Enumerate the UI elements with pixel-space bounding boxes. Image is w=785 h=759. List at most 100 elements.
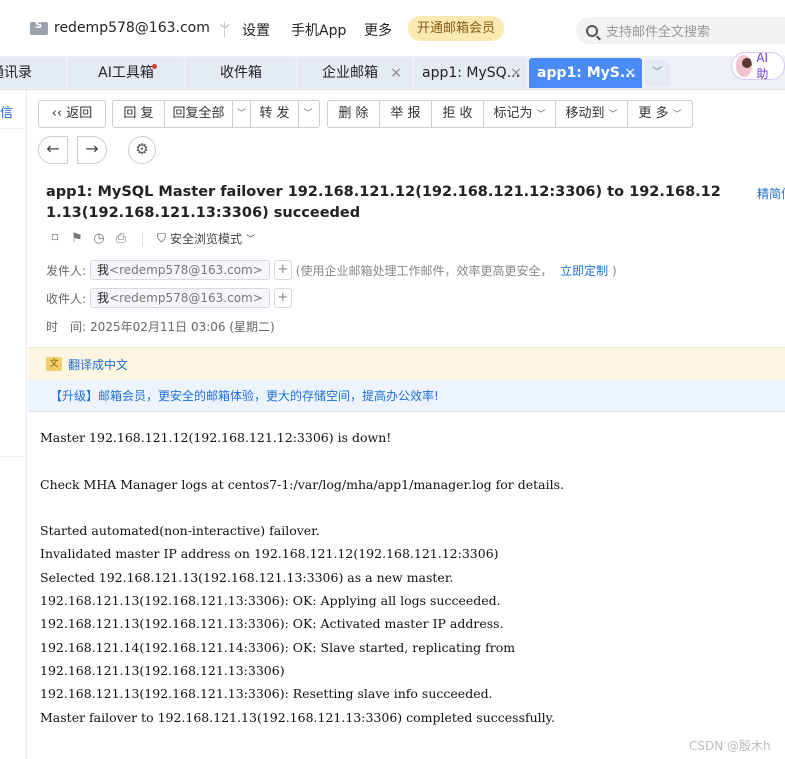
back-button[interactable]: ‹‹ 返回 xyxy=(38,100,106,128)
delete-button[interactable]: 删 除 xyxy=(328,101,380,127)
close-icon[interactable]: × xyxy=(510,58,522,88)
mail-quick-actions: ⌑ ⚑ ◷ ⎙ ⛉ 安全浏览模式 ﹀ xyxy=(48,230,255,247)
add-contact-button[interactable]: + xyxy=(273,288,292,308)
safe-browse-mode-toggle[interactable]: ⛉ 安全浏览模式 ﹀ xyxy=(157,230,255,247)
avatar xyxy=(736,55,753,77)
body-line: Check MHA Manager logs at centos7-1:/var… xyxy=(40,476,564,492)
translate-link[interactable]: 翻译成中文 xyxy=(68,356,128,373)
left-panel-label[interactable]: 信 xyxy=(0,102,13,121)
flag-icon[interactable]: ⚑ xyxy=(70,231,84,246)
bookmark-icon[interactable]: ⌑ xyxy=(48,231,62,246)
left-panel: 信 xyxy=(0,90,27,759)
close-icon[interactable]: × xyxy=(390,58,402,88)
reply-button[interactable]: 回 复 xyxy=(113,101,165,127)
translate-icon: 文 xyxy=(46,357,62,371)
sender-address: <redemp578@163.com> xyxy=(109,263,263,277)
tab-overflow-button[interactable]: ﹀ xyxy=(644,60,670,86)
mark-as-button[interactable]: 标记为 ﹀ xyxy=(484,101,556,127)
more-actions-button[interactable]: 更 多 ﹀ xyxy=(628,101,692,127)
double-chevron-left-icon: ‹‹ xyxy=(51,106,63,121)
recipient-address: <redemp578@163.com> xyxy=(109,291,263,305)
sender-label: 发件人: xyxy=(46,263,87,278)
print-icon[interactable]: ⎙ xyxy=(114,231,128,246)
top-bar: redemp578@163.com ﹀ 设置 手机App 更多 开通邮箱会员 支… xyxy=(0,0,785,56)
divider xyxy=(224,22,225,38)
reply-all-dropdown[interactable]: ﹀ xyxy=(233,101,251,127)
reply-all-button[interactable]: 回复全部 xyxy=(165,101,233,127)
tab-bar: 通讯录 AI工具箱 收件箱 企业邮箱 × app1: MySQ... × app… xyxy=(0,56,785,90)
forward-button[interactable]: 转 发 xyxy=(251,101,299,127)
chevron-down-icon: ﹀ xyxy=(672,110,682,120)
previous-mail-button[interactable]: ← xyxy=(38,136,68,164)
mail-account-icon xyxy=(30,20,48,35)
tab-label: app1: MyS... xyxy=(537,65,636,81)
body-line: 192.168.121.14(192.168.121.14:3306): OK:… xyxy=(40,639,516,655)
sender-row: 发件人: 我<redemp578@163.com> + (使用企业邮箱处理工作邮… xyxy=(46,260,617,280)
search-placeholder: 支持邮件全文搜索 xyxy=(606,25,711,40)
divider xyxy=(142,231,143,246)
ai-assistant-label: AI助 xyxy=(756,50,769,81)
move-to-button[interactable]: 移动到 ﹀ xyxy=(556,101,628,127)
customize-link[interactable]: 立即定制 xyxy=(560,264,608,278)
reply-group: 回 复 回复全部 ﹀ 转 发 ﹀ xyxy=(112,100,320,128)
notification-dot xyxy=(152,64,157,69)
divider xyxy=(0,456,27,457)
settings-link[interactable]: 设置 xyxy=(242,20,270,40)
body-line: Started automated(non-interactive) failo… xyxy=(40,523,320,539)
body-line: Selected 192.168.121.13(192.168.121.13:3… xyxy=(40,569,454,585)
tab-enterprise-mail[interactable]: 企业邮箱 × xyxy=(298,58,412,88)
body-line: 192.168.121.13(192.168.121.13:3306) xyxy=(40,662,285,678)
account-email: redemp578@163.com xyxy=(54,20,210,36)
body-line: Master 192.168.121.12(192.168.121.12:330… xyxy=(40,430,392,445)
time-label: 时 间: xyxy=(46,320,87,334)
simple-view-link[interactable]: 精简信 xyxy=(757,185,785,202)
tab-inbox[interactable]: 收件箱 xyxy=(186,58,296,88)
time-value: 2025年02月11日 03:06 (星期二) xyxy=(90,320,275,334)
action-group: 删 除 举 报 拒 收 标记为 ﹀ 移动到 ﹀ 更 多 ﹀ xyxy=(327,100,693,128)
sender-chip[interactable]: 我<redemp578@163.com> xyxy=(90,260,270,280)
chevron-down-icon: ﹀ xyxy=(536,110,546,120)
tab-ai-toolbox[interactable]: AI工具箱 xyxy=(68,58,184,88)
tab-mail-active[interactable]: app1: MyS... × xyxy=(529,58,642,88)
account-switcher[interactable]: redemp578@163.com ﹀ xyxy=(30,20,230,36)
time-row: 时 间: 2025年02月11日 03:06 (星期二) xyxy=(46,318,275,335)
report-button[interactable]: 举 报 xyxy=(380,101,432,127)
body-line xyxy=(40,496,780,519)
mail-body: Master 192.168.121.12(192.168.121.12:330… xyxy=(40,426,780,729)
more-link[interactable]: 更多 xyxy=(364,20,392,40)
enterprise-notice: (使用企业邮箱处理工作邮件，效率更高更安全， 立即定制 ) xyxy=(295,263,617,278)
search-box[interactable]: 支持邮件全文搜索 xyxy=(576,17,785,44)
open-vip-button[interactable]: 开通邮箱会员 xyxy=(408,16,505,41)
recipient-name: 我 xyxy=(97,291,110,305)
mail-subject: app1: MySQL Master failover 192.168.121.… xyxy=(46,184,721,221)
forward-dropdown[interactable]: ﹀ xyxy=(299,101,317,127)
shield-icon: ⛉ xyxy=(157,231,167,245)
body-line: 192.168.121.13(192.168.121.13:3306): Res… xyxy=(40,686,493,702)
clock-icon[interactable]: ◷ xyxy=(92,231,106,246)
close-icon[interactable]: × xyxy=(624,58,636,88)
settings-button[interactable]: ⚙ xyxy=(128,136,156,164)
recipient-chip[interactable]: 我<redemp578@163.com> xyxy=(90,288,270,308)
chevron-down-icon: ﹀ xyxy=(608,110,618,120)
tab-contacts[interactable]: 通讯录 xyxy=(0,58,66,88)
reject-button[interactable]: 拒 收 xyxy=(432,101,484,127)
safe-mode-label: 安全浏览模式 xyxy=(170,232,243,246)
body-line xyxy=(40,449,780,472)
tab-mail-1[interactable]: app1: MySQ... × xyxy=(414,58,526,88)
add-contact-button[interactable]: + xyxy=(273,260,292,280)
next-mail-button[interactable]: → xyxy=(77,136,107,164)
tab-label: 收件箱 xyxy=(220,65,262,81)
gear-icon: ⚙ xyxy=(135,140,149,158)
divider xyxy=(0,128,27,129)
tab-label: 企业邮箱 xyxy=(322,65,378,81)
arrow-right-icon: → xyxy=(85,139,99,158)
recipient-row: 收件人: 我<redemp578@163.com> + xyxy=(46,288,292,308)
translate-bar: 文 翻译成中文 xyxy=(28,347,785,380)
ai-assistant-button[interactable]: AI助 xyxy=(731,50,785,81)
promo-banner[interactable]: 【升级】邮箱会员，更安全的邮箱体验，更大的存储空间，提高办公效率! xyxy=(28,380,785,412)
recipient-label: 收件人: xyxy=(46,291,87,306)
mobile-app-link[interactable]: 手机App xyxy=(291,20,346,40)
sender-name: 我 xyxy=(97,263,110,277)
arrow-left-icon: ← xyxy=(46,139,60,158)
body-line: Invalidated master IP address on 192.168… xyxy=(40,546,499,562)
